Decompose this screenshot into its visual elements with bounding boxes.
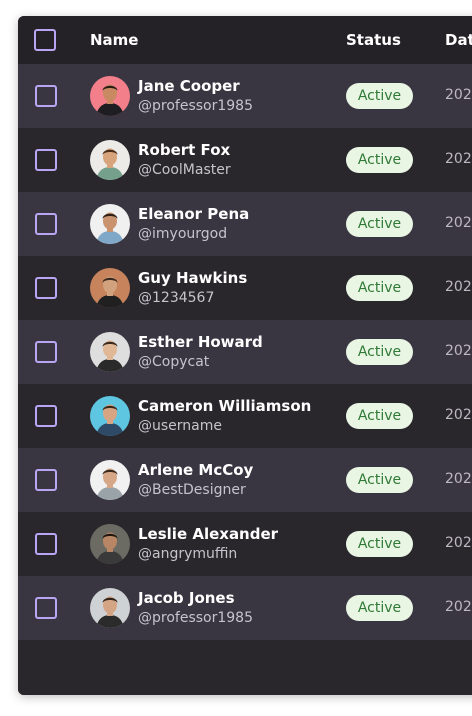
user-name: Leslie Alexander <box>138 525 279 543</box>
status-badge: Active <box>346 275 413 301</box>
status-badge: Active <box>346 467 413 493</box>
select-all-checkbox[interactable] <box>34 29 56 51</box>
avatar <box>90 204 130 244</box>
user-name: Jane Cooper <box>138 77 240 95</box>
user-handle: @CoolMaster <box>138 162 231 178</box>
column-header-status[interactable]: Status <box>346 16 401 64</box>
user-handle: @1234567 <box>138 290 215 306</box>
table-row[interactable]: Jacob Jones @professor1985 Active 202 <box>18 576 472 640</box>
date-cell: 202 <box>445 87 472 103</box>
status-badge: Active <box>346 595 413 621</box>
row-checkbox[interactable] <box>35 533 57 555</box>
date-cell: 202 <box>445 599 472 615</box>
user-name: Arlene McCoy <box>138 461 254 479</box>
avatar <box>90 268 130 308</box>
table-row[interactable]: Jane Cooper @professor1985 Active 202 <box>18 64 472 128</box>
avatar <box>90 588 130 628</box>
user-handle: @professor1985 <box>138 610 253 626</box>
table-row[interactable]: Leslie Alexander @angrymuffin Active 202 <box>18 512 472 576</box>
user-name: Jacob Jones <box>138 589 235 607</box>
table-body: Jane Cooper @professor1985 Active 202 Robert… <box>18 64 472 640</box>
date-cell: 202 <box>445 279 472 295</box>
row-checkbox[interactable] <box>35 277 57 299</box>
row-checkbox[interactable] <box>35 213 57 235</box>
user-name: Cameron Williamson <box>138 397 312 415</box>
table-row[interactable]: Guy Hawkins @1234567 Active 202 <box>18 256 472 320</box>
user-name: Robert Fox <box>138 141 231 159</box>
avatar <box>90 524 130 564</box>
date-cell: 202 <box>445 471 472 487</box>
user-name: Guy Hawkins <box>138 269 248 287</box>
date-cell: 202 <box>445 151 472 167</box>
status-badge: Active <box>346 531 413 557</box>
row-checkbox[interactable] <box>35 341 57 363</box>
status-badge: Active <box>346 339 413 365</box>
row-checkbox[interactable] <box>35 597 57 619</box>
table-header: Name Status Dat <box>18 16 472 64</box>
table-row[interactable]: Arlene McCoy @BestDesigner Active 202 <box>18 448 472 512</box>
user-handle: @Copycat <box>138 354 210 370</box>
table-row[interactable]: Robert Fox @CoolMaster Active 202 <box>18 128 472 192</box>
date-cell: 202 <box>445 215 472 231</box>
users-table-card: Name Status Dat Jane Cooper @professor198… <box>18 16 472 695</box>
avatar <box>90 460 130 500</box>
status-badge: Active <box>346 147 413 173</box>
user-handle: @imyourgod <box>138 226 228 242</box>
row-checkbox[interactable] <box>35 469 57 491</box>
user-handle: @professor1985 <box>138 98 253 114</box>
user-handle: @BestDesigner <box>138 482 246 498</box>
avatar <box>90 332 130 372</box>
row-checkbox[interactable] <box>35 149 57 171</box>
row-checkbox[interactable] <box>35 85 57 107</box>
column-header-date[interactable]: Dat <box>445 16 472 64</box>
user-name: Eleanor Pena <box>138 205 250 223</box>
avatar <box>90 140 130 180</box>
date-cell: 202 <box>445 535 472 551</box>
status-badge: Active <box>346 211 413 237</box>
table-row[interactable]: Eleanor Pena @imyourgod Active 202 <box>18 192 472 256</box>
row-checkbox[interactable] <box>35 405 57 427</box>
column-header-name[interactable]: Name <box>90 16 138 64</box>
user-handle: @angrymuffin <box>138 546 238 562</box>
avatar <box>90 396 130 436</box>
avatar <box>90 76 130 116</box>
table-row[interactable]: Cameron Williamson @username Active 202 <box>18 384 472 448</box>
table-row[interactable]: Esther Howard @Copycat Active 202 <box>18 320 472 384</box>
table-footer <box>18 640 472 695</box>
user-handle: @username <box>138 418 222 434</box>
date-cell: 202 <box>445 343 472 359</box>
status-badge: Active <box>346 83 413 109</box>
user-name: Esther Howard <box>138 333 263 351</box>
status-badge: Active <box>346 403 413 429</box>
date-cell: 202 <box>445 407 472 423</box>
